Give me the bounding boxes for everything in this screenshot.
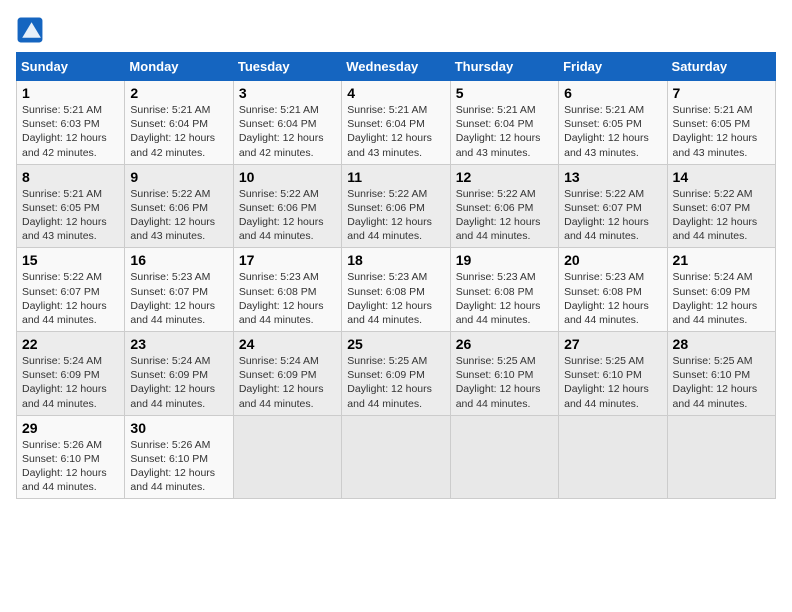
- day-header-friday: Friday: [559, 53, 667, 81]
- calendar-week-5: 29Sunrise: 5:26 AM Sunset: 6:10 PM Dayli…: [17, 415, 776, 499]
- table-row: 15Sunrise: 5:22 AM Sunset: 6:07 PM Dayli…: [17, 248, 125, 332]
- table-row: 11Sunrise: 5:22 AM Sunset: 6:06 PM Dayli…: [342, 164, 450, 248]
- table-row: 28Sunrise: 5:25 AM Sunset: 6:10 PM Dayli…: [667, 332, 775, 416]
- page-header: [16, 16, 776, 44]
- table-row: 25Sunrise: 5:25 AM Sunset: 6:09 PM Dayli…: [342, 332, 450, 416]
- table-row: 2Sunrise: 5:21 AM Sunset: 6:04 PM Daylig…: [125, 81, 233, 165]
- table-row: 24Sunrise: 5:24 AM Sunset: 6:09 PM Dayli…: [233, 332, 341, 416]
- table-row: 16Sunrise: 5:23 AM Sunset: 6:07 PM Dayli…: [125, 248, 233, 332]
- day-header-wednesday: Wednesday: [342, 53, 450, 81]
- day-header-sunday: Sunday: [17, 53, 125, 81]
- table-row: 22Sunrise: 5:24 AM Sunset: 6:09 PM Dayli…: [17, 332, 125, 416]
- day-header-saturday: Saturday: [667, 53, 775, 81]
- calendar-week-1: 1Sunrise: 5:21 AM Sunset: 6:03 PM Daylig…: [17, 81, 776, 165]
- table-row: 17Sunrise: 5:23 AM Sunset: 6:08 PM Dayli…: [233, 248, 341, 332]
- table-row: 4Sunrise: 5:21 AM Sunset: 6:04 PM Daylig…: [342, 81, 450, 165]
- calendar-table: SundayMondayTuesdayWednesdayThursdayFrid…: [16, 52, 776, 499]
- calendar-week-2: 8Sunrise: 5:21 AM Sunset: 6:05 PM Daylig…: [17, 164, 776, 248]
- table-row: 3Sunrise: 5:21 AM Sunset: 6:04 PM Daylig…: [233, 81, 341, 165]
- table-row: 1Sunrise: 5:21 AM Sunset: 6:03 PM Daylig…: [17, 81, 125, 165]
- table-row: 20Sunrise: 5:23 AM Sunset: 6:08 PM Dayli…: [559, 248, 667, 332]
- day-header-monday: Monday: [125, 53, 233, 81]
- table-row: [450, 415, 558, 499]
- general-blue-icon: [16, 16, 44, 44]
- table-row: 18Sunrise: 5:23 AM Sunset: 6:08 PM Dayli…: [342, 248, 450, 332]
- table-row: 9Sunrise: 5:22 AM Sunset: 6:06 PM Daylig…: [125, 164, 233, 248]
- day-header-tuesday: Tuesday: [233, 53, 341, 81]
- logo: [16, 16, 50, 44]
- calendar-week-4: 22Sunrise: 5:24 AM Sunset: 6:09 PM Dayli…: [17, 332, 776, 416]
- table-row: 27Sunrise: 5:25 AM Sunset: 6:10 PM Dayli…: [559, 332, 667, 416]
- table-row: 6Sunrise: 5:21 AM Sunset: 6:05 PM Daylig…: [559, 81, 667, 165]
- table-row: 19Sunrise: 5:23 AM Sunset: 6:08 PM Dayli…: [450, 248, 558, 332]
- table-row: 12Sunrise: 5:22 AM Sunset: 6:06 PM Dayli…: [450, 164, 558, 248]
- table-row: [342, 415, 450, 499]
- table-row: [233, 415, 341, 499]
- table-row: 30Sunrise: 5:26 AM Sunset: 6:10 PM Dayli…: [125, 415, 233, 499]
- table-row: 10Sunrise: 5:22 AM Sunset: 6:06 PM Dayli…: [233, 164, 341, 248]
- table-row: 21Sunrise: 5:24 AM Sunset: 6:09 PM Dayli…: [667, 248, 775, 332]
- table-row: 29Sunrise: 5:26 AM Sunset: 6:10 PM Dayli…: [17, 415, 125, 499]
- table-row: [559, 415, 667, 499]
- table-row: [667, 415, 775, 499]
- table-row: 8Sunrise: 5:21 AM Sunset: 6:05 PM Daylig…: [17, 164, 125, 248]
- day-header-thursday: Thursday: [450, 53, 558, 81]
- calendar-week-3: 15Sunrise: 5:22 AM Sunset: 6:07 PM Dayli…: [17, 248, 776, 332]
- table-row: 7Sunrise: 5:21 AM Sunset: 6:05 PM Daylig…: [667, 81, 775, 165]
- table-row: 23Sunrise: 5:24 AM Sunset: 6:09 PM Dayli…: [125, 332, 233, 416]
- days-header-row: SundayMondayTuesdayWednesdayThursdayFrid…: [17, 53, 776, 81]
- table-row: 26Sunrise: 5:25 AM Sunset: 6:10 PM Dayli…: [450, 332, 558, 416]
- table-row: 13Sunrise: 5:22 AM Sunset: 6:07 PM Dayli…: [559, 164, 667, 248]
- table-row: 5Sunrise: 5:21 AM Sunset: 6:04 PM Daylig…: [450, 81, 558, 165]
- table-row: 14Sunrise: 5:22 AM Sunset: 6:07 PM Dayli…: [667, 164, 775, 248]
